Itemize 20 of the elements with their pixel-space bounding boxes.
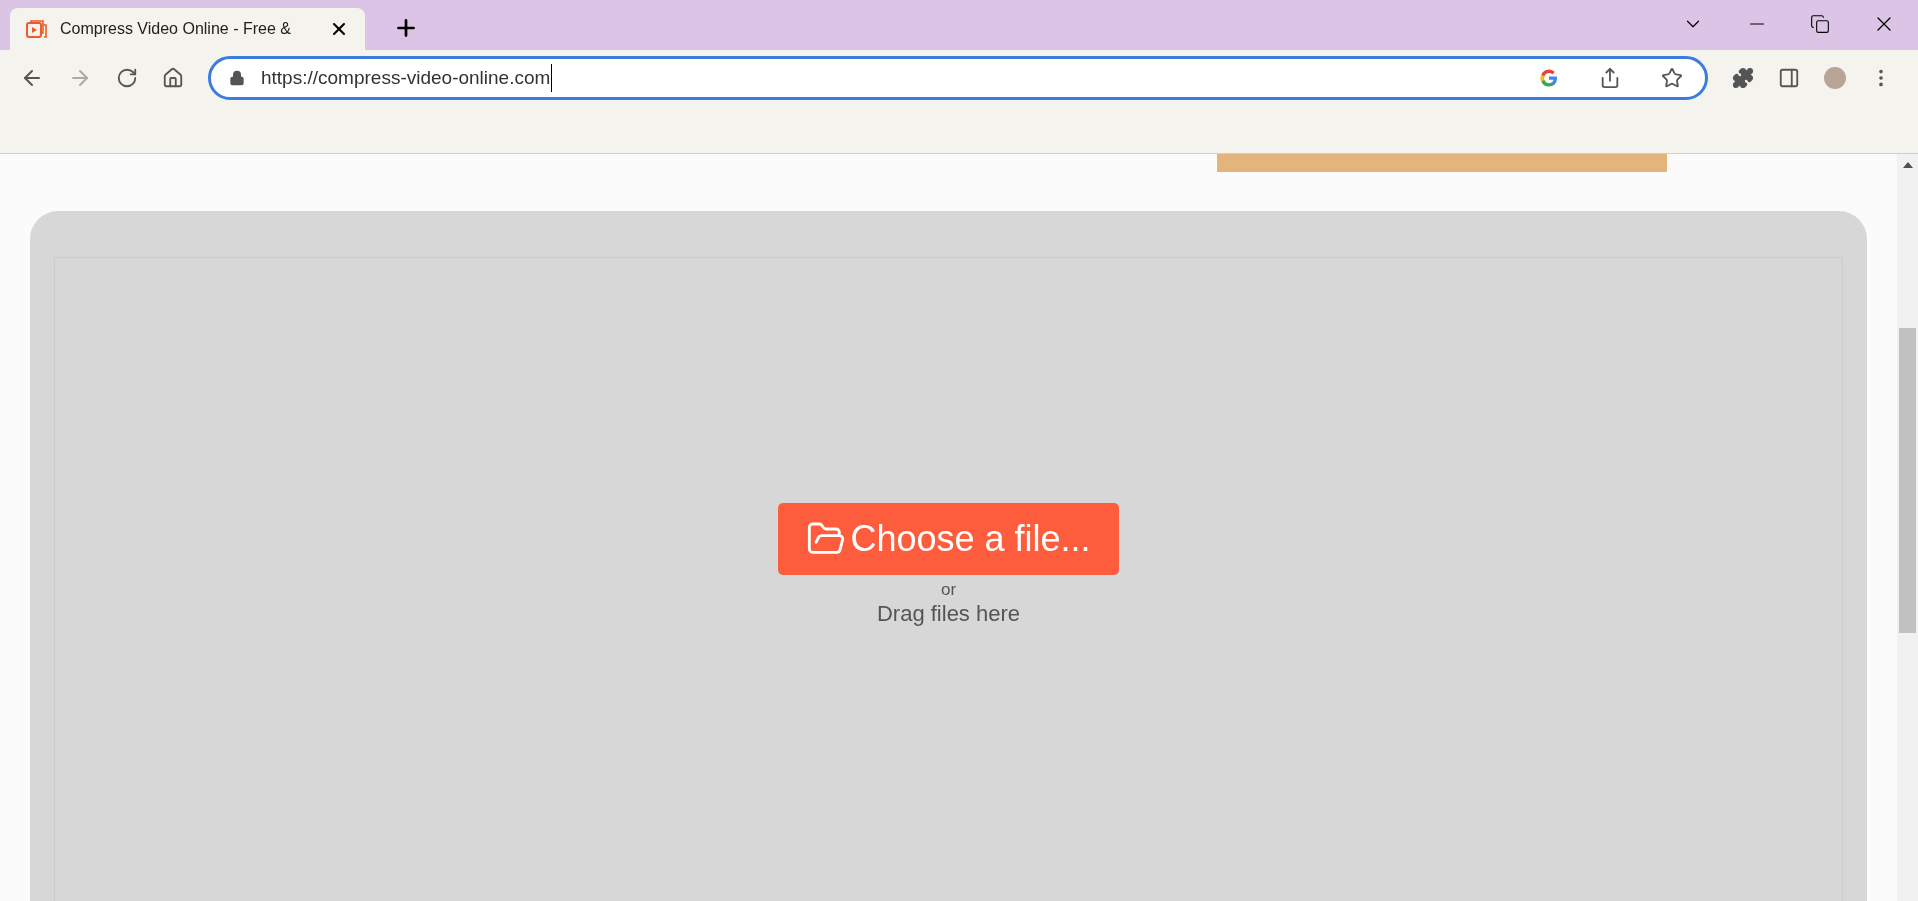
restore-icon[interactable] <box>1810 14 1830 34</box>
reload-icon[interactable] <box>116 67 138 89</box>
google-icon[interactable] <box>1539 68 1559 88</box>
tab-title: Compress Video Online - Free & <box>60 19 292 39</box>
browser-tab[interactable]: Compress Video Online - Free & <box>10 8 365 50</box>
extensions-icon[interactable] <box>1732 67 1754 89</box>
url-text: https://compress-video-online.com <box>261 63 553 93</box>
scrollbar-thumb[interactable] <box>1899 328 1916 633</box>
drag-hint: Drag files here <box>876 600 1021 628</box>
star-icon[interactable] <box>1661 67 1683 89</box>
home-icon[interactable] <box>162 67 184 89</box>
video-stack-icon <box>26 19 48 39</box>
share-icon[interactable] <box>1599 67 1621 89</box>
scroll-up-arrow-icon[interactable] <box>1902 162 1913 168</box>
address-bar[interactable]: https://compress-video-online.com <box>208 56 1708 100</box>
scrollbar[interactable] <box>1897 154 1918 901</box>
drop-zone[interactable]: Choose a file... or Drag files here <box>54 257 1843 901</box>
side-panel-icon[interactable] <box>1778 67 1800 89</box>
lock-icon <box>229 70 245 86</box>
or-text: or <box>940 579 957 601</box>
